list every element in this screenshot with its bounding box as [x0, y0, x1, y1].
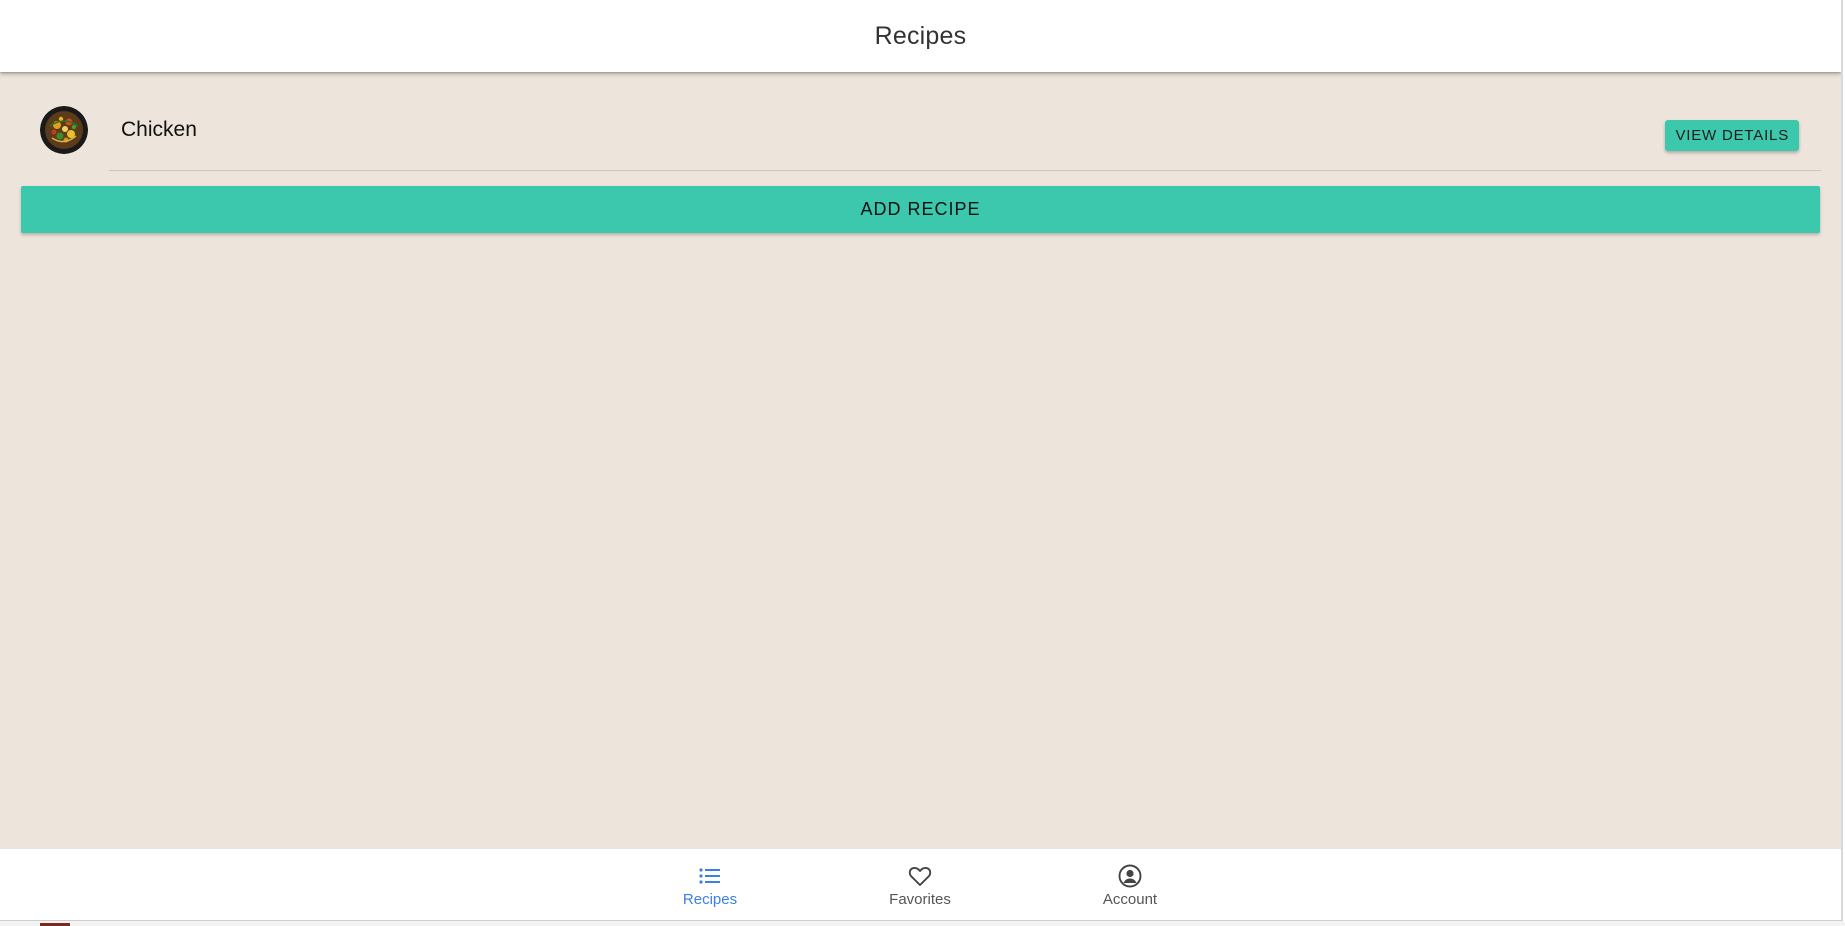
page-title: Recipes — [874, 21, 967, 50]
recipe-thumbnail — [40, 106, 88, 154]
food-thumbnail-icon — [40, 106, 88, 154]
list-item[interactable]: Chicken — [0, 106, 1841, 171]
bottom-tab-bar: Recipes Favorites Account — [0, 848, 1841, 920]
view-details-button[interactable]: VIEW DETAILS — [1665, 120, 1799, 151]
recipe-name: Chicken — [121, 118, 197, 141]
account-circle-icon — [1118, 864, 1142, 888]
list-icon — [699, 868, 720, 884]
add-recipe-button[interactable]: ADD RECIPE — [21, 186, 1820, 233]
tab-account[interactable]: Account — [1060, 849, 1200, 920]
tab-recipes[interactable]: Recipes — [640, 849, 780, 920]
tab-label: Account — [1102, 891, 1158, 908]
tab-label: Favorites — [889, 891, 951, 908]
tab-label: Recipes — [682, 891, 738, 908]
app-window: Recipes Chicken VIEW DETAILS ADD RECIPE … — [0, 0, 1843, 921]
top-toolbar: Recipes — [0, 0, 1841, 72]
list-divider — [109, 170, 1821, 171]
window-bottom-edge — [0, 921, 1845, 926]
heart-icon — [908, 867, 932, 886]
recipe-list: Chicken VIEW DETAILS ADD RECIPE — [0, 72, 1841, 848]
tab-favorites[interactable]: Favorites — [850, 849, 990, 920]
